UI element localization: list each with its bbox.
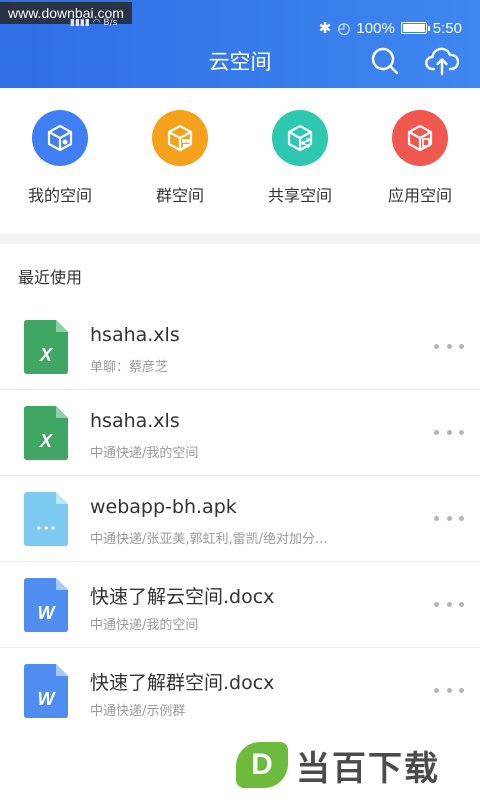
recent-file-list: X hsaha.xls 单聊：蔡彦芝 X hsaha.xls 中通快递/我的空间… (0, 304, 480, 734)
file-row[interactable]: W 快速了解云空间.docx 中通快递/我的空间 (0, 562, 480, 648)
file-location: 中通快递/示例群 (90, 704, 186, 719)
more-button[interactable] (434, 508, 464, 528)
watermark-logo: D (236, 742, 288, 788)
word-file-icon: W (24, 664, 68, 718)
file-name: webapp-bh.apk (90, 496, 237, 518)
nav-group-space[interactable]: 群空间 (120, 110, 240, 206)
my-space-icon (32, 110, 88, 166)
svg-text:X: X (39, 345, 53, 365)
file-location: 中通快递/我的空间 (90, 446, 199, 461)
alarm-icon: ◴ (337, 20, 351, 37)
net-speed-label: B/s (103, 18, 118, 28)
file-name: 快速了解云空间.docx (90, 586, 275, 608)
svg-text:X: X (39, 431, 53, 451)
nav-app-space[interactable]: 应用空间 (360, 110, 480, 206)
recent-title: 最近使用 (18, 268, 83, 287)
shared-space-icon (272, 110, 328, 166)
space-nav: 我的空间 群空间 共享空间 应用空间 (0, 110, 480, 210)
page-title: 云空间 (208, 50, 272, 74)
svg-text:W: W (38, 689, 57, 709)
file-location: 中通快递/张亚美,郭虹利,雷凯/绝对加分... (90, 532, 328, 547)
app-header: www.downbai.com ▮▮▮▮ ◠ B/s ✱ ◴ 100% 5:50… (0, 0, 480, 88)
section-divider (0, 234, 480, 244)
word-file-icon: W (24, 578, 68, 632)
apk-file-icon (24, 492, 68, 546)
more-button[interactable] (434, 680, 464, 700)
more-button[interactable] (434, 336, 464, 356)
clock: 5:50 (432, 19, 462, 37)
nav-label: 我的空间 (27, 186, 92, 205)
status-bar-right: ✱ ◴ 100% 5:50 (319, 18, 462, 38)
more-button[interactable] (434, 422, 464, 442)
group-space-icon (152, 110, 208, 166)
network-speed: ▮▮▮▮ ◠ B/s (70, 18, 117, 28)
nav-my-space[interactable]: 我的空间 (0, 110, 120, 206)
more-button[interactable] (434, 594, 464, 614)
svg-text:W: W (38, 603, 57, 623)
file-row[interactable]: W 快速了解群空间.docx 中通快递/示例群 (0, 648, 480, 734)
nav-label: 群空间 (155, 186, 204, 205)
file-location: 中通快递/我的空间 (90, 618, 199, 633)
bluetooth-icon: ✱ (318, 20, 332, 37)
file-name: hsaha.xls (90, 410, 180, 432)
battery-percent: 100% (356, 19, 395, 37)
file-row[interactable]: X hsaha.xls 单聊：蔡彦芝 (0, 304, 480, 390)
nav-label: 共享空间 (267, 186, 332, 205)
search-icon (371, 47, 399, 75)
nav-shared-space[interactable]: 共享空间 (240, 110, 360, 206)
watermark-bottom: D 当百下载 (236, 738, 476, 792)
file-row[interactable]: webapp-bh.apk 中通快递/张亚美,郭虹利,雷凯/绝对加分... (0, 476, 480, 562)
file-name: 快速了解群空间.docx (90, 672, 275, 694)
wifi-icon: ◠ (92, 18, 101, 28)
app-space-icon (392, 110, 448, 166)
battery-icon (400, 22, 430, 34)
file-location: 单聊：蔡彦芝 (90, 360, 169, 375)
file-row[interactable]: X hsaha.xls 中通快递/我的空间 (0, 390, 480, 476)
excel-file-icon: X (24, 406, 68, 460)
search-button[interactable] (370, 46, 400, 76)
signal-icon: ▮▮▮▮ (70, 18, 90, 28)
excel-file-icon: X (24, 320, 68, 374)
upload-button[interactable] (425, 45, 460, 77)
cloud-upload-icon (425, 47, 460, 76)
watermark-text: 当百下载 (296, 748, 440, 789)
nav-label: 应用空间 (387, 186, 452, 205)
file-name: hsaha.xls (90, 324, 180, 346)
